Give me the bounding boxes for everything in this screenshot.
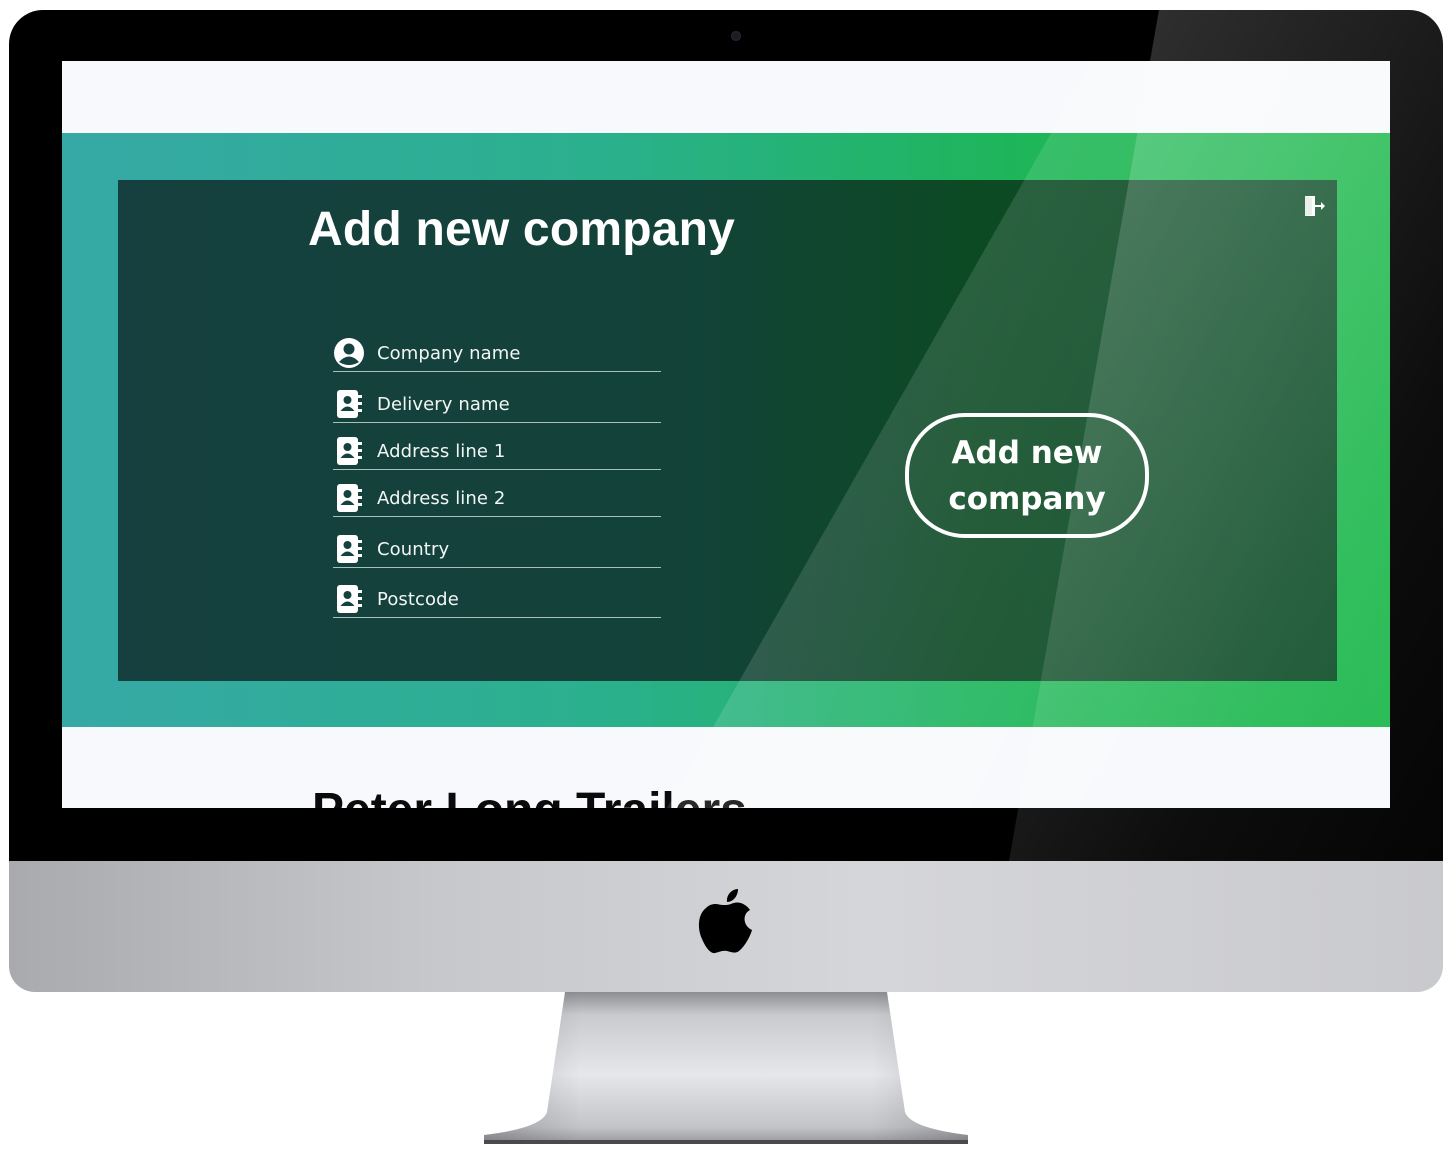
address-line-1-field[interactable]: Address line 1 [333, 433, 661, 470]
contact-book-icon [333, 435, 365, 467]
imac-mockup: Add new company Company name Delivery na… [0, 0, 1452, 1158]
country-field[interactable]: Country [333, 531, 661, 568]
postcode-field[interactable]: Postcode [333, 581, 661, 618]
contact-book-icon [333, 583, 365, 615]
contact-book-icon [333, 482, 365, 514]
country-label: Country [377, 538, 450, 560]
logout-door-icon[interactable] [1302, 194, 1326, 218]
address-line-2-field[interactable]: Address line 2 [333, 480, 661, 517]
address-line-1-label: Address line 1 [377, 440, 506, 462]
company-form: Company name Delivery name Address line … [333, 335, 661, 618]
contact-book-icon [333, 388, 365, 420]
add-button-label-line1: Add new [951, 434, 1103, 471]
postcode-label: Postcode [377, 588, 459, 610]
hero-section: Add new company Company name Delivery na… [62, 133, 1390, 727]
top-bar [62, 61, 1390, 133]
company-name-field[interactable]: Company name [333, 335, 661, 372]
add-button-label-line2: company [948, 480, 1106, 517]
page-title: Add new company [308, 203, 736, 256]
add-new-company-button[interactable]: Add new company [905, 413, 1149, 538]
address-line-2-label: Address line 2 [377, 487, 506, 509]
add-company-panel: Add new company Company name Delivery na… [118, 180, 1337, 681]
monitor-bezel: Add new company Company name Delivery na… [9, 10, 1443, 861]
company-name-label: Company name [377, 342, 521, 364]
user-circle-icon [333, 337, 365, 369]
delivery-name-label: Delivery name [377, 393, 510, 415]
company-heading: Peter Long Trailers [312, 783, 747, 808]
screen: Add new company Company name Delivery na… [62, 61, 1390, 808]
camera-icon [731, 31, 741, 41]
contact-book-icon [333, 533, 365, 565]
delivery-name-field[interactable]: Delivery name [333, 386, 661, 423]
monitor-stand [484, 992, 968, 1144]
apple-logo-icon [698, 889, 752, 954]
